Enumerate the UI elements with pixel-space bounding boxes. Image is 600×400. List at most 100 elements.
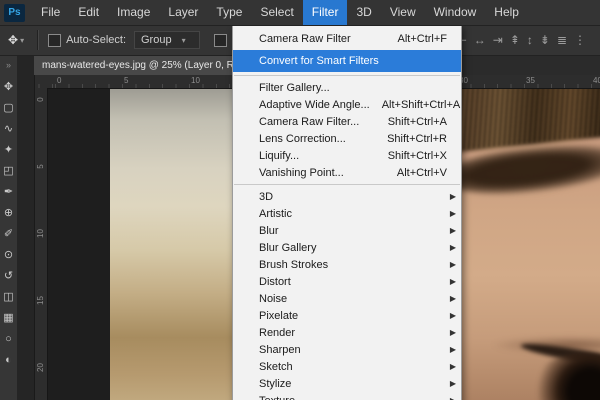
menubar-item-image[interactable]: Image	[108, 0, 159, 25]
filter-menu-item[interactable]: Texture▶	[233, 392, 461, 400]
submenu-arrow-icon: ▶	[449, 379, 456, 388]
menu-item-label: Artistic	[259, 207, 292, 220]
menu-item-label: Adaptive Wide Angle...	[259, 98, 370, 111]
caret-down-icon: ▾	[20, 35, 25, 45]
ruler-tick-label: 5	[124, 76, 129, 85]
menubar-item-edit[interactable]: Edit	[69, 0, 108, 25]
menu-item-label: Liquify...	[259, 149, 300, 162]
menu-item-label: Camera Raw Filter	[259, 33, 351, 45]
ruler-tick-label: 5	[36, 164, 45, 169]
filter-menu-item[interactable]: Artistic ▶	[233, 205, 461, 222]
submenu-arrow-icon: ▶	[449, 192, 456, 201]
filter-menu-item[interactable]: Distort ▶	[233, 273, 461, 290]
lasso-tool-icon[interactable]: ∿	[0, 118, 17, 139]
submenu-arrow-icon: ▶	[449, 345, 456, 354]
menu-item-label: Render	[259, 326, 296, 339]
healing-brush-tool-icon[interactable]: ⊕	[0, 202, 17, 223]
menubar-item-3d[interactable]: 3D	[347, 0, 380, 25]
filter-menu-item[interactable]: Sharpen ▶	[233, 341, 461, 358]
history-brush-tool-icon[interactable]: ↺	[0, 265, 17, 286]
filter-menu-item[interactable]: Sketch ▶	[233, 358, 461, 375]
filter-menu-item[interactable]: Lens Correction... Shift+Ctrl+R	[233, 130, 461, 147]
menubar-item-file[interactable]: File	[32, 0, 69, 25]
filter-menu-item[interactable]: Camera Raw Filter Alt+Ctrl+F	[233, 28, 461, 50]
auto-select-mode-dropdown[interactable]: Group ▾	[134, 31, 200, 49]
filter-menu-item[interactable]: Vanishing Point... Alt+Ctrl+V	[233, 164, 461, 181]
move-tool-icon: ✥	[8, 33, 19, 47]
align-horizontal-centers-icon[interactable]: ↔	[474, 34, 486, 46]
filter-menu-item[interactable]: 3D ▶	[233, 188, 461, 205]
menu-item-label: Vanishing Point...	[259, 166, 344, 179]
menubar: Ps File Edit Image Layer Type Select Filter 3D V…	[0, 0, 600, 26]
dodge-tool-icon[interactable]: ◐	[0, 349, 17, 370]
auto-select-label: Auto-Select:	[66, 34, 126, 46]
ruler-tick-label: 0	[57, 76, 62, 85]
clone-stamp-tool-icon[interactable]: ⊙	[0, 244, 17, 265]
filter-menu-item[interactable]: Filter Gallery...	[233, 79, 461, 96]
gradient-tool-icon[interactable]: ▦	[0, 307, 17, 328]
submenu-arrow-icon: ▶	[449, 328, 456, 337]
eye-region	[530, 353, 600, 400]
auto-select-mode-value: Group	[141, 34, 172, 46]
menu-item-label: Brush Strokes	[259, 258, 329, 271]
menubar-item-help[interactable]: Help	[485, 0, 528, 25]
submenu-arrow-icon: ▶	[449, 362, 456, 371]
menubar-item-type[interactable]: Type	[207, 0, 251, 25]
eraser-tool-icon[interactable]: ◫	[0, 286, 17, 307]
brush-tool-icon[interactable]: ✐	[0, 223, 17, 244]
submenu-arrow-icon: ▶	[449, 243, 456, 252]
menubar-item-layer[interactable]: Layer	[159, 0, 207, 25]
submenu-arrow-icon: ▶	[449, 209, 456, 218]
menu-separator	[234, 184, 460, 185]
menu-item-label: Blur	[259, 224, 279, 237]
collapse-panels-icon[interactable]: »	[6, 55, 11, 76]
blur-tool-icon[interactable]: ○	[0, 328, 17, 349]
distribute-horizontal-icon[interactable]: ⋮	[574, 34, 586, 46]
marquee-tool-icon[interactable]: ▢	[0, 97, 17, 118]
quick-selection-tool-icon[interactable]: ✦	[0, 139, 17, 160]
menu-item-shortcut: Alt+Shift+Ctrl+A	[381, 98, 461, 111]
filter-menu-item[interactable]: Render ▶	[233, 324, 461, 341]
filter-menu-item[interactable]: Convert for Smart Filters	[233, 50, 461, 72]
distribute-vertical-icon[interactable]: ≣	[557, 34, 567, 46]
align-right-edges-icon[interactable]: ⇥	[493, 34, 503, 46]
menubar-item-filter[interactable]: Filter	[302, 0, 348, 25]
menu-separator	[234, 75, 460, 76]
filter-menu-item[interactable]: Liquify... Shift+Ctrl+X	[233, 147, 461, 164]
photoshop-window: 0510152025303540 05101520 »✥▢∿✦◰✒⊕✐⊙↺◫▦○…	[0, 0, 600, 400]
filter-menu-item[interactable]: Noise ▶	[233, 290, 461, 307]
filter-menu-item[interactable]: Blur ▶	[233, 222, 461, 239]
filter-menu-item[interactable]: Blur Gallery ▶	[233, 239, 461, 256]
tab-label: mans-watered-eyes.jpg @ 25% (Layer 0, RG…	[42, 59, 249, 71]
menu-item-shortcut: Shift+Ctrl+A	[387, 115, 447, 128]
menubar-items: File Edit Image Layer Type Select Filter 3D View…	[32, 0, 528, 25]
menubar-item-select[interactable]: Select	[251, 0, 302, 25]
photoshop-logo: Ps	[4, 3, 25, 22]
menu-item-label: Pixelate	[259, 309, 299, 322]
filter-menu: Camera Raw Filter Alt+Ctrl+F Convert for S…	[232, 25, 462, 400]
menubar-item-window[interactable]: Window	[425, 0, 486, 25]
submenu-arrow-icon: ▶	[450, 396, 456, 400]
vertical-ruler[interactable]: 0 5 10 15 20	[34, 88, 48, 400]
panel-dock-gutter	[17, 55, 35, 400]
eyedropper-tool-icon[interactable]: ✒	[0, 181, 17, 202]
filter-menu-item[interactable]: Camera Raw Filter... Shift+Ctrl+A	[233, 113, 461, 130]
menu-item-label: Convert for Smart Filters	[259, 55, 379, 67]
align-top-edges-icon[interactable]: ⇞	[510, 34, 520, 46]
auto-select-checkbox[interactable]	[48, 33, 62, 47]
ruler-tick-label: 35	[526, 76, 535, 85]
document-image-face-closeup	[460, 88, 600, 400]
filter-menu-item[interactable]: Adaptive Wide Angle... Alt+Shift+Ctrl+A	[233, 96, 461, 113]
crop-tool-icon[interactable]: ◰	[0, 160, 17, 181]
active-tool-indicator[interactable]: ✥ ▾	[0, 33, 30, 47]
move-tool-icon[interactable]: ✥	[0, 76, 17, 97]
align-vertical-centers-icon[interactable]: ↕	[527, 34, 533, 46]
submenu-arrow-icon: ▶	[449, 294, 456, 303]
show-transform-checkbox[interactable]	[214, 33, 227, 47]
filter-menu-item[interactable]: Stylize ▶	[233, 375, 461, 392]
document-image-blurred-background	[110, 88, 232, 400]
align-bottom-edges-icon[interactable]: ⇟	[540, 34, 550, 46]
filter-menu-item[interactable]: Pixelate ▶	[233, 307, 461, 324]
filter-menu-item[interactable]: Brush Strokes ▶	[233, 256, 461, 273]
menubar-item-view[interactable]: View	[381, 0, 425, 25]
